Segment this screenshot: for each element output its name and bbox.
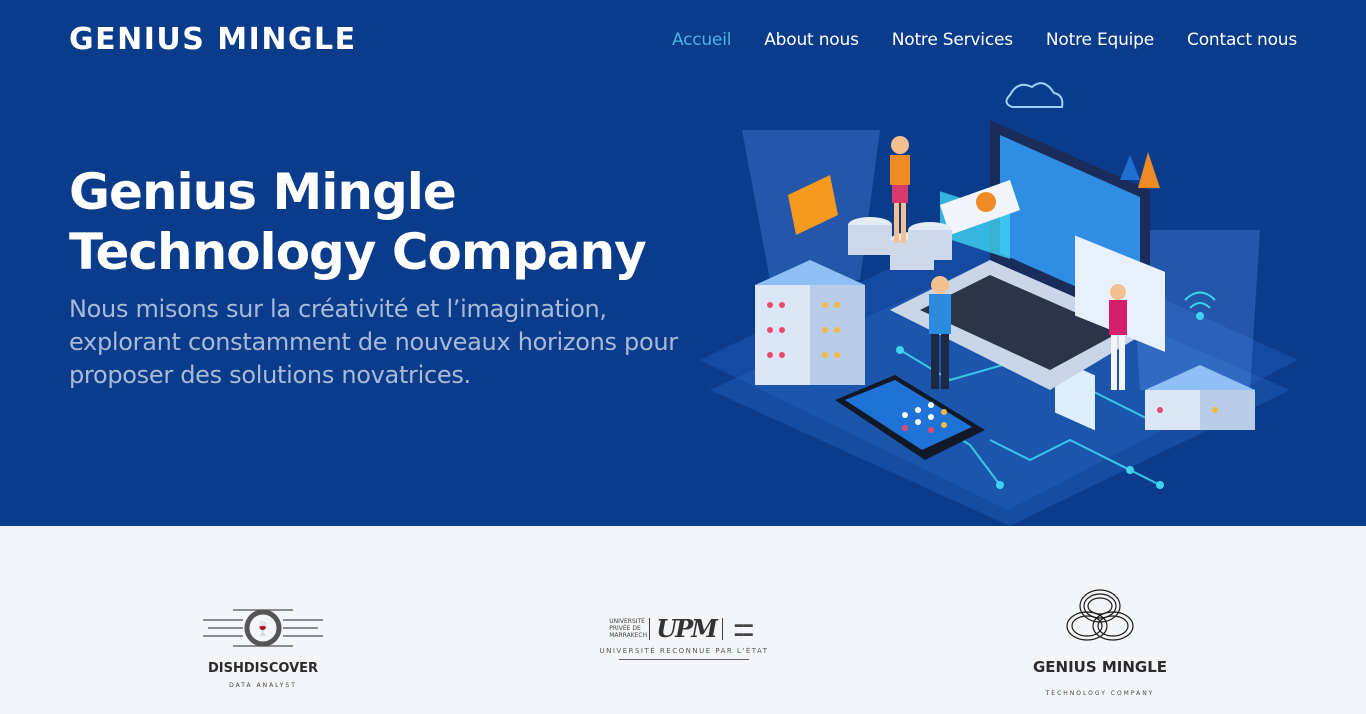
clients-section: 🍷 DISHDISCOVER DATA ANALYST UNIVERSITÉ P… xyxy=(0,526,1366,714)
svg-text:🍷: 🍷 xyxy=(255,621,271,637)
client-logo-dishdiscover[interactable]: 🍷 DISHDISCOVER DATA ANALYST xyxy=(198,602,328,689)
upm-mark: UPM xyxy=(656,614,718,643)
client-name-genius-mingle: GENIUS MINGLE xyxy=(1032,658,1168,676)
upm-tagline: UNIVERSITÉ RECONNUE PAR L'ÉTAT xyxy=(599,647,769,655)
nav-equipe[interactable]: Notre Equipe xyxy=(1046,30,1154,50)
cloud-icon xyxy=(1005,82,1064,108)
hero-title-line2: Technology Company xyxy=(69,223,647,281)
server-stack-left xyxy=(755,260,865,385)
client-tagline-dishdiscover: DATA ANALYST xyxy=(229,682,297,689)
hero-title: Genius Mingle Technology Company xyxy=(69,162,647,282)
upm-divider-right xyxy=(721,617,723,640)
chart-bar-1 xyxy=(1120,155,1140,180)
hero-illustration xyxy=(700,82,1298,526)
upm-arabic-name: ▬▬ ▬▬ xyxy=(734,618,753,638)
client-tagline-genius-mingle: TECHNOLOGY COMPANY xyxy=(1045,690,1155,697)
nav-accueil[interactable]: Accueil xyxy=(672,30,732,50)
upm-emblem-row: UNIVERSITÉ PRIVÉE DE MARRAKECH UPM ▬▬ ▬▬ xyxy=(592,614,776,643)
hero-section: GENIUS MINGLE Accueil About nous Notre S… xyxy=(0,0,1366,526)
upm-divider-left xyxy=(649,617,651,640)
client-logo-upm[interactable]: UNIVERSITÉ PRIVÉE DE MARRAKECH UPM ▬▬ ▬▬… xyxy=(592,614,776,660)
main-nav: Accueil About nous Notre Services Notre … xyxy=(672,30,1297,50)
nav-contact[interactable]: Contact nous xyxy=(1187,30,1297,50)
brand-logo[interactable]: GENIUS MINGLE xyxy=(69,22,357,57)
genius-mingle-knot-icon xyxy=(1066,589,1134,641)
hero-subtitle: Nous misons sur la créativité et l’imagi… xyxy=(69,293,689,392)
hero-subtitle-line2: explorant constamment de nouveaux horizo… xyxy=(69,328,678,356)
hero-subtitle-line3: proposer des solutions novatrices. xyxy=(69,361,471,389)
client-name-dishdiscover: DISHDISCOVER xyxy=(207,661,319,676)
hero-title-line1: Genius Mingle xyxy=(69,163,457,221)
chart-bar-2 xyxy=(1138,152,1160,188)
client-logo-genius-mingle[interactable]: GENIUS MINGLE TECHNOLOGY COMPANY xyxy=(1020,582,1180,697)
hero-subtitle-line1: Nous misons sur la créativité et l’imagi… xyxy=(69,295,607,323)
nav-services[interactable]: Notre Services xyxy=(892,30,1013,50)
upm-university-name: UNIVERSITÉ PRIVÉE DE MARRAKECH xyxy=(609,618,648,639)
nav-about[interactable]: About nous xyxy=(764,30,859,50)
dishdiscover-emblem: 🍷 xyxy=(203,609,323,647)
person-woman-top xyxy=(890,136,910,243)
upm-underline xyxy=(619,659,749,660)
pie-chart-icon xyxy=(976,192,996,212)
